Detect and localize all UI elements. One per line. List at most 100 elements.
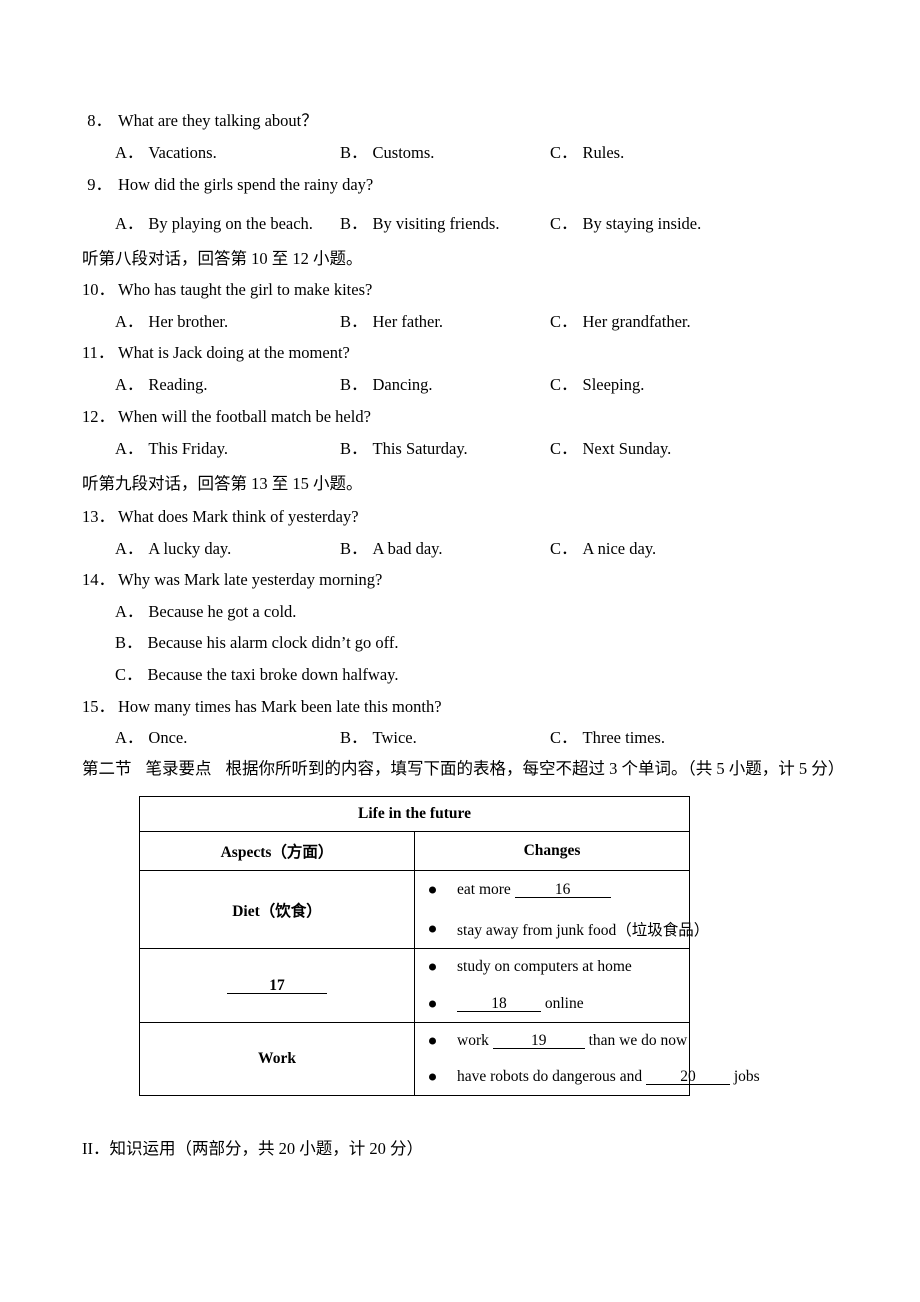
question-stem: Why was Mark late yesterday morning?: [118, 570, 383, 589]
list-item-text: 18 online: [457, 995, 584, 1013]
question-14-option-a[interactable]: A． Because he got a cold.: [115, 603, 296, 621]
answer-blank-17[interactable]: 17: [227, 977, 327, 994]
answer-blank-20[interactable]: 20: [645, 1069, 730, 1085]
part-two-text: 根据你所听到的内容，填写下面的表格，每空不超过 3 个单词。（共 5 小题，计 …: [225, 759, 845, 778]
part-two-label: 第二节: [82, 759, 132, 778]
question-stem: How did the girls spend the rainy day?: [118, 175, 374, 194]
answer-blank-18[interactable]: 18: [457, 996, 541, 1012]
list-item: work 19 than we do now: [415, 1023, 689, 1059]
option-text: Vacations.: [148, 143, 217, 162]
bullet-icon: [429, 886, 436, 894]
bullet-icon: [429, 1073, 436, 1081]
question-stem: What are they talking about？: [118, 111, 318, 130]
option-a[interactable]: A． Reading.: [115, 376, 208, 394]
question-15: 15． How many times has Mark been late thi…: [82, 698, 862, 716]
option-c[interactable]: C． A nice day.: [550, 540, 656, 558]
question-9: 9． How did the girls spend the rainy day?: [82, 176, 862, 194]
option-a[interactable]: A． A lucky day.: [115, 540, 231, 558]
bullet-icon: [429, 1000, 436, 1008]
option-b[interactable]: B． Customs.: [340, 144, 434, 162]
aspect-work: Work: [139, 1022, 415, 1096]
option-label: B．: [340, 728, 368, 747]
bullet-icon: [429, 925, 436, 933]
option-text: A bad day.: [372, 539, 443, 558]
direction-part-two: 第二节 笔录要点 根据你所听到的内容，填写下面的表格，每空不超过 3 个单词。（共 …: [82, 760, 844, 778]
option-a[interactable]: A． This Friday.: [115, 440, 228, 458]
option-a[interactable]: A． Her brother.: [115, 313, 228, 331]
list-item-text: study on computers at home: [457, 958, 632, 976]
option-c[interactable]: C． By staying inside.: [550, 215, 701, 233]
option-label: B．: [340, 214, 368, 233]
option-c[interactable]: C． Rules.: [550, 144, 624, 162]
bullet-icon: [429, 963, 436, 971]
question-stem: Who has taught the girl to make kites?: [118, 280, 373, 299]
item-before: have robots do dangerous and: [457, 1068, 643, 1085]
option-text: Her father.: [372, 312, 444, 331]
list-item: 18 online: [415, 986, 689, 1023]
list-item: study on computers at home: [415, 949, 689, 986]
list-item-text: stay away from junk food（垃圾食品）: [457, 921, 710, 939]
option-a[interactable]: A． Once.: [115, 729, 187, 747]
aspect-blank-17: 17: [139, 948, 415, 1023]
option-a[interactable]: A． By playing on the beach.: [115, 215, 313, 233]
option-label: C．: [550, 728, 578, 747]
option-b[interactable]: B． By visiting friends.: [340, 215, 499, 233]
question-8: 8． What are they talking about？: [82, 112, 862, 130]
option-label: C．: [550, 439, 578, 458]
question-stem: What is Jack doing at the moment?: [118, 343, 350, 362]
question-stem: When will the football match be held?: [118, 407, 371, 426]
option-label: A．: [115, 439, 144, 458]
option-text: Dancing.: [372, 375, 433, 394]
option-a[interactable]: A． Vacations.: [115, 144, 217, 162]
direction-dialogue-nine: 听第九段对话，回答第 13 至 15 小题。: [82, 474, 363, 493]
option-text: By visiting friends.: [372, 214, 500, 233]
option-b[interactable]: B． Twice.: [340, 729, 417, 747]
option-text: This Friday.: [148, 439, 229, 458]
option-text: This Saturday.: [372, 439, 468, 458]
question-number: 9．: [87, 175, 112, 194]
option-text: A nice day.: [582, 539, 657, 558]
option-label: A．: [115, 539, 144, 558]
part-two-name: 笔录要点: [145, 759, 212, 778]
option-c[interactable]: C． Next Sunday.: [550, 440, 671, 458]
option-label: C．: [550, 375, 578, 394]
changes-education: study on computers at home 18 online: [414, 948, 690, 1023]
question-14-option-c[interactable]: C． Because the taxi broke down halfway.: [115, 666, 398, 684]
table-header-row: Aspects（方面） Changes: [139, 831, 690, 871]
option-c[interactable]: C． Her grandfather.: [550, 313, 691, 331]
option-label: A．: [115, 143, 144, 162]
table-title: Life in the future: [139, 796, 690, 832]
option-text: By staying inside.: [582, 214, 702, 233]
option-b[interactable]: B． Her father.: [340, 313, 443, 331]
option-text: Because the taxi broke down halfway.: [147, 665, 399, 684]
option-label: C．: [115, 665, 143, 684]
answer-blank-16[interactable]: 16: [514, 882, 611, 899]
option-label: B．: [115, 633, 143, 652]
question-number: 12．: [82, 407, 115, 426]
option-b[interactable]: B． This Saturday.: [340, 440, 468, 458]
table-row: Diet（饮食） eat more 16 stay away from junk…: [139, 870, 709, 949]
table-row: Work work 19 than we do now have robots …: [139, 1022, 760, 1096]
changes-work: work 19 than we do now have robots do da…: [414, 1022, 760, 1096]
question-14-option-b[interactable]: B． Because his alarm clock didn’t go off.: [115, 634, 398, 652]
option-b[interactable]: B． A bad day.: [340, 540, 442, 558]
question-number: 10．: [82, 280, 115, 299]
item-after: than we do now: [588, 1032, 688, 1049]
option-label: B．: [340, 439, 368, 458]
option-label: C．: [550, 214, 578, 233]
option-label: B．: [340, 375, 368, 394]
question-stem: What does Mark think of yesterday?: [118, 507, 359, 526]
list-item-text: eat more 16: [457, 881, 611, 899]
option-b[interactable]: B． Dancing.: [340, 376, 433, 394]
item-after: online: [544, 994, 584, 1012]
option-c[interactable]: C． Three times.: [550, 729, 665, 747]
option-text: Customs.: [372, 143, 435, 162]
direction-dialogue-eight: 听第八段对话，回答第 10 至 12 小题。: [82, 249, 363, 268]
question-number: 11．: [82, 343, 115, 362]
option-text: Once.: [148, 728, 188, 747]
note-taking-table: Life in the future Aspects（方面） Changes D…: [139, 796, 760, 1096]
option-c[interactable]: C． Sleeping.: [550, 376, 644, 394]
aspect-diet: Diet（饮食）: [139, 870, 415, 949]
question-14: 14． Why was Mark late yesterday morning?: [82, 571, 862, 589]
answer-blank-19[interactable]: 19: [492, 1033, 585, 1049]
